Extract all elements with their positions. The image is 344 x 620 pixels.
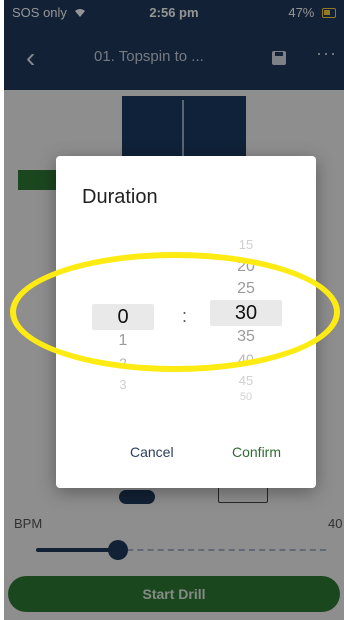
cancel-button[interactable]: Cancel xyxy=(130,444,174,460)
confirm-button[interactable]: Confirm xyxy=(232,444,281,460)
hours-option[interactable]: 3 xyxy=(92,374,154,396)
highlight-ellipse xyxy=(10,252,340,372)
dialog-title: Duration xyxy=(82,186,158,208)
minutes-option[interactable]: 15 xyxy=(210,234,282,256)
app-screen: SOS only 2:56 pm 47% ‹ 01. Topspin to ..… xyxy=(4,0,344,620)
minutes-option[interactable]: 45 xyxy=(210,370,282,392)
minutes-option[interactable]: 50 xyxy=(210,392,282,402)
